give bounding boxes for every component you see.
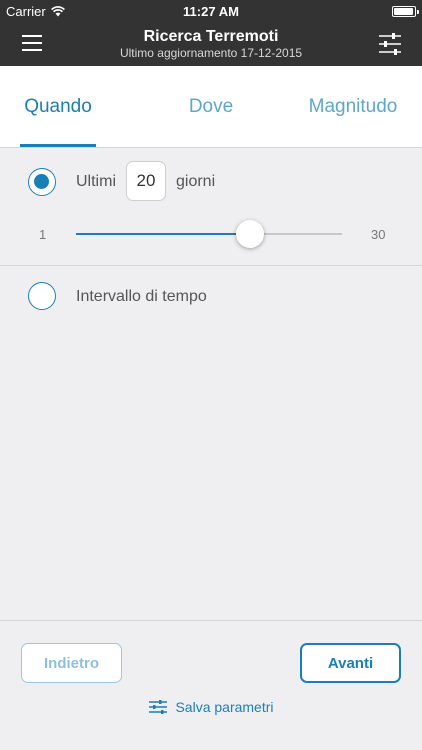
last-update-subtitle: Ultimo aggiornamento 17-12-2015 — [119, 46, 303, 60]
battery-icon — [392, 6, 419, 17]
interval-label: Intervallo di tempo — [76, 288, 207, 305]
footer: Indietro Avanti Salva parametri — [0, 620, 422, 750]
tab-bar: Quando Dove Magnitudo — [0, 66, 422, 148]
days-input[interactable] — [126, 161, 166, 201]
slider-min-label: 1 — [39, 227, 47, 242]
last-days-radio[interactable] — [28, 168, 56, 196]
interval-radio[interactable] — [28, 282, 56, 310]
tab-magnitudo[interactable]: Magnitudo — [296, 66, 410, 148]
next-button[interactable]: Avanti — [300, 643, 401, 683]
top-bar: Carrier 11:27 AM Ricerca Terremoti Ultim… — [0, 0, 422, 66]
tab-quando[interactable]: Quando — [0, 66, 116, 148]
status-time: 11:27 AM — [183, 4, 239, 19]
slider-max-label: 30 — [371, 227, 386, 242]
slider-fill — [76, 233, 251, 235]
sliders-filter-icon — [379, 33, 401, 55]
sliders-icon — [149, 700, 168, 714]
save-parameters-button[interactable]: Salva parametri — [0, 699, 422, 715]
tab-dove[interactable]: Dove — [150, 66, 272, 148]
last-days-suffix: giorni — [176, 173, 216, 190]
active-tab-indicator — [20, 144, 96, 147]
slider-thumb[interactable] — [236, 220, 265, 248]
divider — [0, 265, 422, 266]
navigation-bar: Ricerca Terremoti Ultimo aggiornamento 1… — [0, 22, 422, 66]
last-days-prefix: Ultimi — [76, 173, 116, 190]
save-parameters-label: Salva parametri — [175, 699, 274, 715]
status-bar: Carrier 11:27 AM — [0, 0, 422, 22]
filters-button[interactable] — [376, 32, 404, 56]
page-title: Ricerca Terremoti — [143, 28, 279, 45]
days-slider[interactable] — [76, 233, 342, 235]
back-button[interactable]: Indietro — [21, 643, 122, 683]
